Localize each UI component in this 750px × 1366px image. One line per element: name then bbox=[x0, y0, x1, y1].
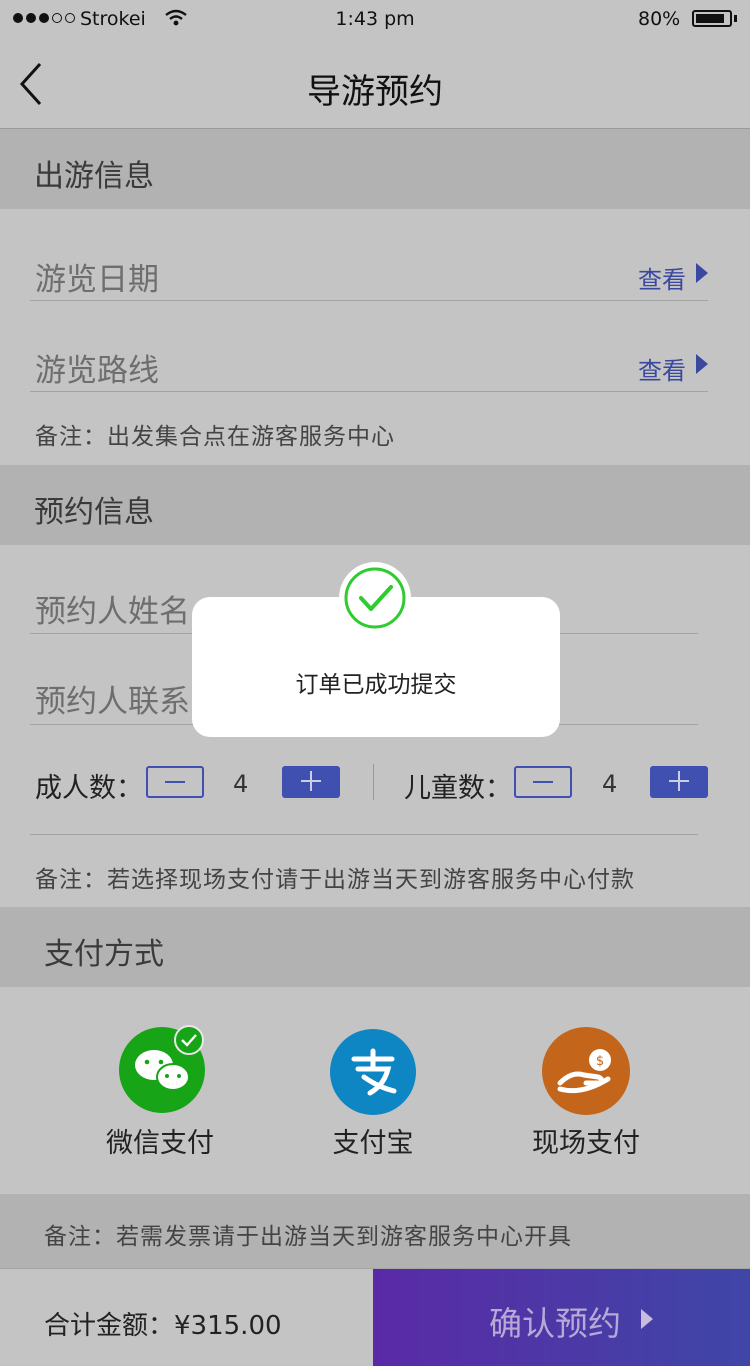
booking-info-header: 预约信息 bbox=[0, 465, 750, 545]
view-link-label: 查看 bbox=[638, 266, 686, 294]
page-title: 导游预约 bbox=[307, 72, 443, 112]
battery-percent: 80% bbox=[638, 8, 681, 30]
payment-option-wechat[interactable]: 微信支付 bbox=[60, 1025, 260, 1159]
footer-bar: 合计金额：¥315.00 确认预约 bbox=[0, 1268, 750, 1366]
invoice-note-bar: 备注：若需发票请于出游当天到游客服务中心开具 bbox=[0, 1194, 750, 1268]
adults-increment-button[interactable] bbox=[282, 766, 340, 798]
cash-hand-icon: $ bbox=[542, 1027, 630, 1115]
adults-label: 成人数： bbox=[35, 773, 143, 804]
play-triangle-icon bbox=[641, 1309, 653, 1329]
payment-option-label: 支付宝 bbox=[332, 1128, 414, 1159]
play-triangle-icon bbox=[696, 263, 708, 283]
trip-info-title: 出游信息 bbox=[34, 159, 154, 194]
booker-contact-field[interactable]: 预约人联系 bbox=[35, 676, 190, 721]
payment-option-onsite[interactable]: $ 现场支付 bbox=[486, 1027, 686, 1159]
payment-option-label: 现场支付 bbox=[532, 1128, 640, 1159]
divider bbox=[30, 391, 708, 392]
booking-info-title: 预约信息 bbox=[34, 495, 154, 530]
confirm-booking-button[interactable]: 确认预约 bbox=[373, 1269, 750, 1366]
success-check-icon bbox=[339, 562, 411, 634]
children-decrement-button[interactable] bbox=[514, 766, 572, 798]
booker-name-field[interactable]: 预约人姓名 bbox=[35, 586, 190, 631]
total-amount: 合计金额：¥315.00 bbox=[44, 1305, 282, 1342]
tour-date-label: 游览日期 bbox=[35, 262, 159, 298]
stepper-separator bbox=[373, 764, 374, 800]
adults-decrement-button[interactable] bbox=[146, 766, 204, 798]
divider bbox=[30, 300, 708, 301]
trip-info-header: 出游信息 bbox=[0, 129, 750, 209]
trip-note: 备注：出发集合点在游客服务中心 bbox=[35, 424, 395, 450]
tour-route-view-link[interactable]: 查看 bbox=[638, 351, 718, 385]
invoice-note: 备注：若需发票请于出游当天到游客服务中心开具 bbox=[44, 1224, 572, 1250]
payment-title: 支付方式 bbox=[44, 937, 164, 972]
nav-bar: 导游预约 bbox=[0, 40, 750, 129]
tour-route-label: 游览路线 bbox=[35, 353, 159, 389]
total-label: 合计金额： bbox=[44, 1311, 175, 1341]
adults-count: 4 bbox=[233, 770, 249, 798]
view-link-label: 查看 bbox=[638, 357, 686, 385]
children-label: 儿童数： bbox=[404, 773, 512, 804]
booking-note: 备注：若选择现场支付请于出游当天到游客服务中心付款 bbox=[35, 867, 635, 893]
toast-message: 订单已成功提交 bbox=[295, 672, 457, 698]
battery-icon bbox=[692, 10, 732, 27]
battery-tip bbox=[734, 15, 737, 22]
svg-text:$: $ bbox=[596, 1054, 604, 1069]
divider bbox=[30, 834, 698, 835]
children-increment-button[interactable] bbox=[650, 766, 708, 798]
total-value: ¥315.00 bbox=[174, 1311, 282, 1341]
children-count: 4 bbox=[602, 770, 618, 798]
payment-option-label: 微信支付 bbox=[106, 1128, 214, 1159]
payment-header: 支付方式 bbox=[0, 907, 750, 987]
payment-option-alipay[interactable]: 支付宝 bbox=[273, 1027, 473, 1159]
play-triangle-icon bbox=[696, 354, 708, 374]
confirm-booking-label: 确认预约 bbox=[489, 1304, 621, 1343]
selected-check-icon bbox=[174, 1025, 204, 1055]
alipay-icon bbox=[330, 1029, 416, 1115]
tour-date-view-link[interactable]: 查看 bbox=[638, 260, 718, 294]
status-bar: Strokei 1:43 pm 80% bbox=[0, 0, 750, 40]
